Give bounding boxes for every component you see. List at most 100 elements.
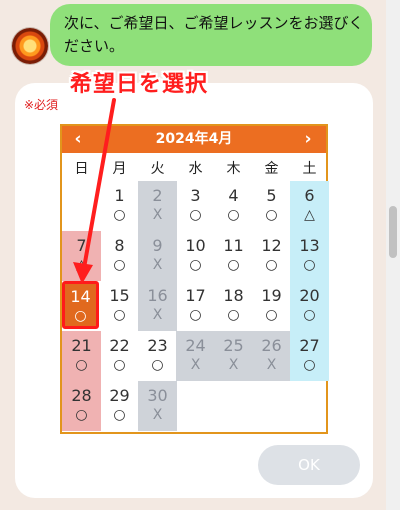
- required-label: ※必須: [24, 98, 59, 112]
- calendar-header: ‹ 2024年4月 ›: [62, 126, 326, 153]
- day-number: 18: [223, 286, 244, 305]
- day-number: 1: [114, 186, 125, 205]
- availability-mark: ○: [75, 407, 88, 423]
- day-cell-11[interactable]: 11 ○: [214, 231, 253, 281]
- day-number: 9: [152, 236, 163, 255]
- availability-mark: X: [190, 357, 201, 373]
- weekday-thu: 木: [226, 161, 241, 177]
- day-cell-15[interactable]: 15 ○: [100, 281, 139, 331]
- day-number: 6: [304, 186, 315, 205]
- day-cell-30[interactable]: 30 X: [138, 381, 177, 431]
- day-cell-21[interactable]: 21 ○: [62, 331, 101, 381]
- scrollbar[interactable]: [386, 0, 400, 510]
- day-cell-5[interactable]: 5 ○: [252, 181, 291, 231]
- day-cell-3[interactable]: 3 ○: [176, 181, 215, 231]
- day-cell-29[interactable]: 29 ○: [100, 381, 139, 431]
- availability-mark: ○: [151, 357, 164, 373]
- day-number: 4: [228, 186, 239, 205]
- weekday-mon: 月: [112, 161, 127, 177]
- day-cell-28[interactable]: 28 ○: [62, 381, 101, 431]
- day-cell-10[interactable]: 10 ○: [176, 231, 215, 281]
- availability-mark: ○: [113, 307, 126, 323]
- day-number: 21: [71, 336, 92, 355]
- availability-mark: X: [152, 207, 163, 223]
- calendar: ‹ 2024年4月 › 日 月 火 水 木 金 土 1 ○ 2 X 3 ○ 4 …: [60, 124, 329, 434]
- day-number: 22: [109, 336, 130, 355]
- day-cell-1[interactable]: 1 ○: [100, 181, 139, 231]
- availability-mark: ○: [227, 307, 240, 323]
- availability-mark: △: [76, 257, 87, 273]
- day-cell-22[interactable]: 22 ○: [100, 331, 139, 381]
- day-number: 13: [299, 236, 320, 255]
- day-cell-23[interactable]: 23 ○: [138, 331, 177, 381]
- weekday-wed: 水: [188, 161, 203, 177]
- bot-avatar: [12, 28, 48, 64]
- availability-mark: X: [152, 407, 163, 423]
- availability-mark: ○: [189, 207, 202, 223]
- day-number: 20: [299, 286, 320, 305]
- availability-mark: ○: [265, 257, 278, 273]
- availability-mark: ○: [303, 357, 316, 373]
- availability-mark: ○: [303, 307, 316, 323]
- day-number: 8: [114, 236, 125, 255]
- day-cell-17[interactable]: 17 ○: [176, 281, 215, 331]
- day-number: 7: [76, 236, 87, 255]
- month-label: 2024年4月: [155, 131, 233, 147]
- day-cell-20[interactable]: 20 ○: [290, 281, 329, 331]
- day-cell-13[interactable]: 13 ○: [290, 231, 329, 281]
- day-number: 30: [147, 386, 168, 405]
- weekday-sat: 土: [302, 161, 317, 177]
- day-cell-8[interactable]: 8 ○: [100, 231, 139, 281]
- day-cell-6[interactable]: 6 △: [290, 181, 329, 231]
- weekday-fri: 金: [264, 161, 279, 177]
- day-number: 16: [147, 286, 168, 305]
- availability-mark: ○: [189, 257, 202, 273]
- day-cell-27[interactable]: 27 ○: [290, 331, 329, 381]
- day-cell-12[interactable]: 12 ○: [252, 231, 291, 281]
- availability-mark: X: [152, 257, 163, 273]
- day-number: 27: [299, 336, 320, 355]
- day-number: 2: [152, 186, 163, 205]
- day-cell-14-selected[interactable]: 14 ○: [62, 281, 99, 329]
- day-number: 10: [185, 236, 206, 255]
- day-number: 15: [109, 286, 130, 305]
- day-cell-4[interactable]: 4 ○: [214, 181, 253, 231]
- day-cell-18[interactable]: 18 ○: [214, 281, 253, 331]
- day-cell-16[interactable]: 16 X: [138, 281, 177, 331]
- day-cell-24[interactable]: 24 X: [176, 331, 215, 381]
- ok-button[interactable]: OK: [258, 445, 360, 485]
- availability-mark: ○: [265, 307, 278, 323]
- annotation-label: 希望日を選択: [70, 72, 209, 97]
- day-number: 28: [71, 386, 92, 405]
- day-cell-19[interactable]: 19 ○: [252, 281, 291, 331]
- day-number: 3: [190, 186, 201, 205]
- availability-mark: ○: [303, 257, 316, 273]
- day-cell-7[interactable]: 7 △: [62, 231, 101, 281]
- day-number: 23: [147, 336, 168, 355]
- day-number: 19: [261, 286, 282, 305]
- day-cell-9[interactable]: 9 X: [138, 231, 177, 281]
- day-cell-25[interactable]: 25 X: [214, 331, 253, 381]
- availability-mark: ○: [113, 357, 126, 373]
- availability-mark: ○: [113, 207, 126, 223]
- availability-mark: X: [228, 357, 239, 373]
- scrollbar-thumb[interactable]: [389, 206, 397, 258]
- chat-message: 次に、ご希望日、ご希望レッスンをお選びください。: [64, 14, 364, 55]
- availability-mark: X: [266, 357, 277, 373]
- day-number: 24: [185, 336, 206, 355]
- day-cell-26[interactable]: 26 X: [252, 331, 291, 381]
- availability-mark: △: [304, 207, 315, 223]
- day-number: 25: [223, 336, 244, 355]
- availability-mark: ○: [113, 257, 126, 273]
- day-number: 11: [223, 236, 244, 255]
- weekday-tue: 火: [150, 161, 165, 177]
- next-month-icon[interactable]: ›: [296, 128, 320, 150]
- day-number: 12: [261, 236, 282, 255]
- availability-mark: X: [152, 307, 163, 323]
- day-number: 29: [109, 386, 130, 405]
- day-cell-2[interactable]: 2 X: [138, 181, 177, 231]
- availability-mark: ○: [265, 207, 278, 223]
- availability-mark: ○: [113, 407, 126, 423]
- day-number: 14: [70, 287, 91, 306]
- weekday-sun: 日: [74, 161, 89, 177]
